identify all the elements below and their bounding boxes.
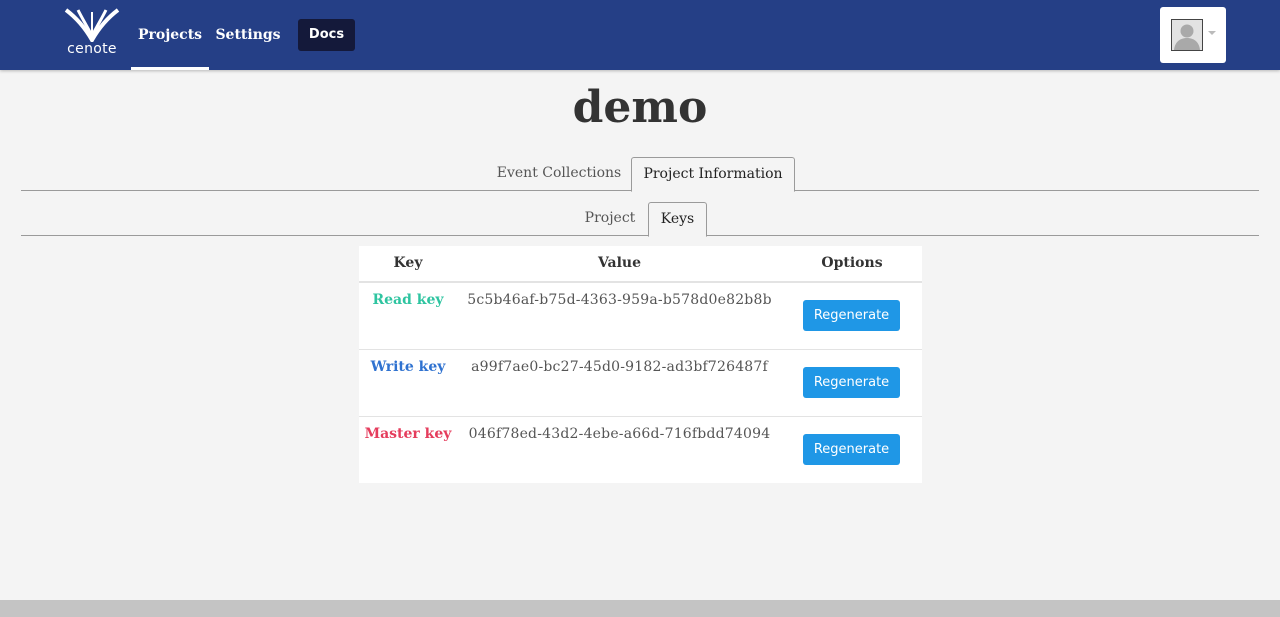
user-avatar-icon [1171, 19, 1203, 51]
column-header-value: Value [597, 255, 642, 271]
write-key-label: Write key [370, 359, 446, 375]
column-header-options: Options [821, 255, 883, 271]
regenerate-master-key-button[interactable]: Regenerate [803, 434, 900, 465]
table-row: Master key 046f78ed-43d2-4ebe-a66d-716fb… [359, 417, 922, 484]
tab-event-collections[interactable]: Event Collections [489, 157, 629, 191]
read-key-value: 5c5b46af-b75d-4363-959a-b578d0e82b8b [467, 292, 772, 308]
sub-tabs: Project Keys [21, 202, 1259, 237]
regenerate-write-key-button[interactable]: Regenerate [803, 367, 900, 398]
user-menu-dropdown[interactable] [1160, 7, 1226, 63]
footer-bar [0, 600, 1280, 617]
nav-settings-link[interactable]: Settings [213, 0, 283, 70]
cenote-logo[interactable]: cenote [60, 8, 124, 62]
top-navbar: cenote Projects Settings Docs [0, 0, 1280, 70]
write-key-value: a99f7ae0-bc27-45d0-9182-ad3bf726487f [471, 359, 768, 375]
main-tabs: Event Collections Project Information [21, 157, 1259, 192]
brand-name: cenote [67, 41, 117, 57]
page-title: demo [572, 82, 708, 133]
table-row: Read key 5c5b46af-b75d-4363-959a-b578d0e… [359, 283, 922, 350]
regenerate-read-key-button[interactable]: Regenerate [803, 300, 900, 331]
master-key-label: Master key [364, 426, 452, 442]
nav-projects-link[interactable]: Projects [131, 0, 209, 70]
table-row: Write key a99f7ae0-bc27-45d0-9182-ad3bf7… [359, 350, 922, 417]
tab-project[interactable]: Project [577, 202, 643, 236]
tab-keys[interactable]: Keys [648, 202, 707, 237]
cenote-logo-icon [64, 8, 120, 42]
column-header-key: Key [393, 255, 423, 271]
docs-button[interactable]: Docs [298, 19, 355, 51]
master-key-value: 046f78ed-43d2-4ebe-a66d-716fbdd74094 [468, 426, 771, 442]
chevron-down-icon [1208, 31, 1216, 35]
tab-project-information[interactable]: Project Information [631, 157, 795, 192]
keys-table: Key Value Options Read key 5c5b46af-b75d… [359, 246, 922, 483]
read-key-label: Read key [372, 292, 444, 308]
